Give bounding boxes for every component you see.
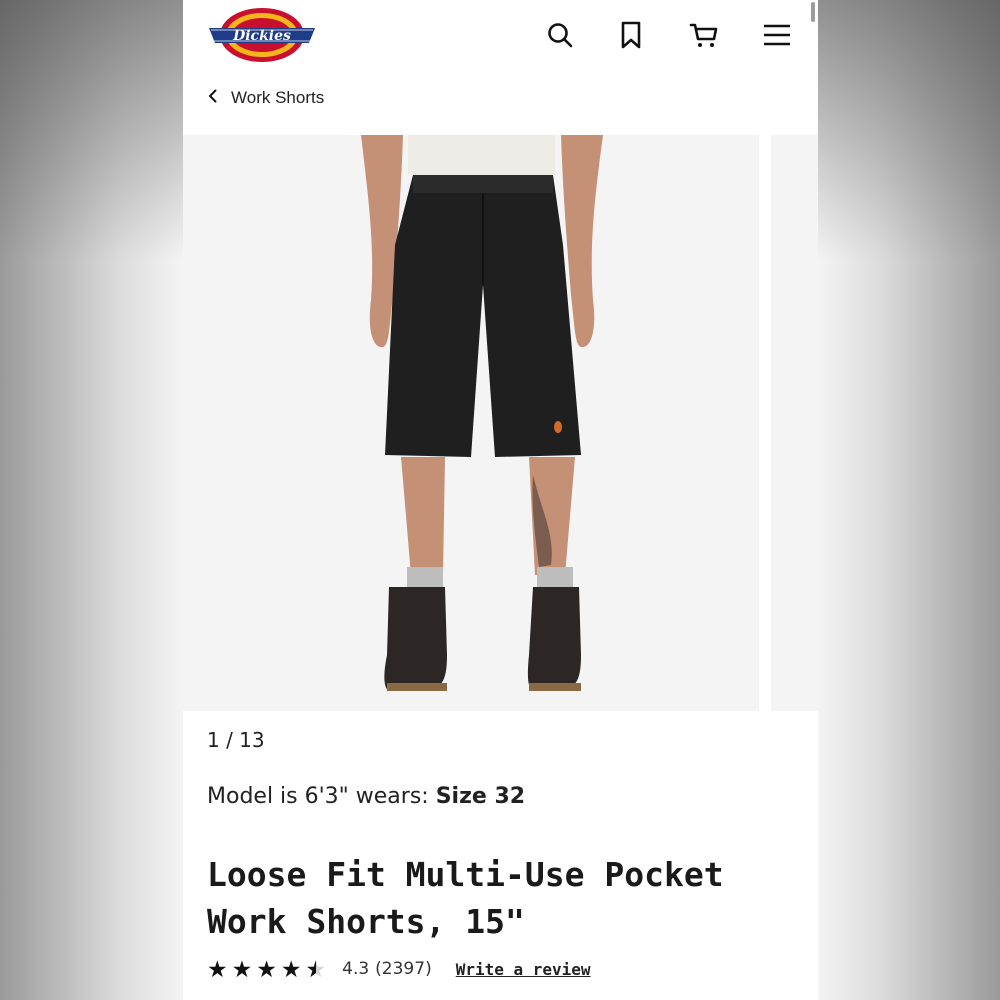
star-icon: ★ [280, 955, 302, 982]
image-counter: 1 / 13 [207, 728, 265, 752]
mobile-page: Dickies Work Shorts 1 / 13 Model is 6'3"… [183, 0, 818, 1000]
search-icon[interactable] [543, 18, 577, 52]
product-title: Loose Fit Multi-Use Pocket Work Shorts, … [207, 851, 807, 945]
model-size-info: Model is 6'3" wears: Size 32 [207, 784, 525, 809]
site-header: Dickies [183, 0, 818, 70]
product-image[interactable] [183, 135, 759, 711]
star-icon: ★ [256, 955, 277, 982]
breadcrumb-label: Work Shorts [231, 88, 325, 107]
dickies-logo[interactable]: Dickies [207, 6, 317, 64]
chevron-left-icon [205, 88, 221, 109]
rating-value: 4.3 [342, 959, 370, 979]
half-star-icon: ★★ [305, 955, 327, 982]
product-title-line1: Loose Fit Multi-Use Pocket [207, 855, 724, 894]
svg-text:Dickies: Dickies [232, 28, 291, 44]
star-icon: ★ [207, 955, 228, 982]
write-review-link[interactable]: Write a review [456, 960, 591, 979]
model-size: Size 32 [435, 784, 526, 809]
breadcrumb[interactable]: Work Shorts [205, 85, 324, 111]
model-info-prefix: Model is 6'3" wears: [207, 784, 436, 809]
product-title-line2: Work Shorts, 15" [207, 902, 525, 941]
star-rating: ★ ★ ★ ★ ★★ [207, 955, 327, 982]
next-product-image[interactable] [771, 135, 818, 711]
cart-icon[interactable] [687, 18, 721, 52]
star-icon: ★ [231, 955, 253, 982]
rating-row: ★ ★ ★ ★ ★★ 4.3 (2397) Write a review [207, 956, 591, 982]
product-image-carousel[interactable] [183, 135, 818, 711]
review-count[interactable]: (2397) [375, 959, 432, 979]
bookmark-icon[interactable] [614, 18, 648, 52]
menu-icon[interactable] [760, 18, 794, 52]
model-wearing-shorts-illustration [183, 135, 759, 711]
